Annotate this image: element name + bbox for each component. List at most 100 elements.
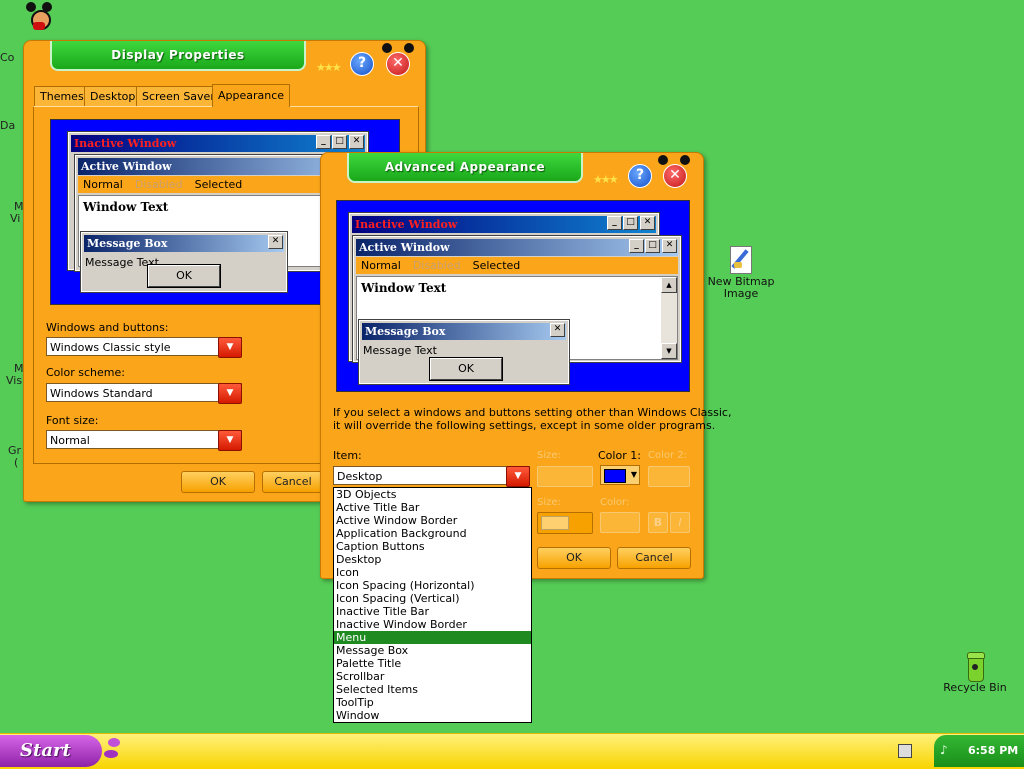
- list-item[interactable]: 3D Objects: [334, 488, 531, 501]
- message-box-title: Message Box: [362, 323, 566, 340]
- font-size-value: Normal: [50, 434, 90, 447]
- help-button[interactable]: ?: [628, 164, 652, 188]
- desktop-icon-label: Recycle Bin: [943, 681, 1007, 694]
- size-spinner: [537, 466, 593, 487]
- minimize-icon: _: [629, 239, 644, 253]
- start-decoration-icon: [104, 738, 120, 758]
- font-size-combo: [537, 512, 593, 534]
- list-item[interactable]: ToolTip: [334, 696, 531, 709]
- menu-disabled: Disabled: [412, 259, 461, 272]
- list-item[interactable]: Active Title Bar: [334, 501, 531, 514]
- start-button[interactable]: Start: [0, 735, 102, 767]
- list-item[interactable]: Scrollbar: [334, 670, 531, 683]
- list-item[interactable]: Selected Items: [334, 683, 531, 696]
- help-button[interactable]: ?: [350, 52, 374, 76]
- chevron-down-icon[interactable]: ▼: [218, 337, 242, 358]
- desktop-icon-new-bitmap-image[interactable]: New Bitmap Image: [700, 244, 782, 300]
- list-item[interactable]: Icon Spacing (Vertical): [334, 592, 531, 605]
- recycle-bin-icon: [964, 652, 986, 682]
- tab-appearance[interactable]: Appearance: [212, 84, 291, 107]
- close-ear-icon: [658, 155, 668, 165]
- tab-themes[interactable]: Themes: [34, 86, 90, 106]
- advanced-preview: Inactive Window _ □ ✕ Active Window _ □ …: [336, 200, 690, 392]
- list-item[interactable]: Menu: [334, 631, 531, 644]
- close-ear-icon: [404, 43, 414, 53]
- font-size-select[interactable]: Normal ▼: [46, 430, 242, 451]
- font-size-label: Font size:: [46, 414, 99, 427]
- list-item[interactable]: Active Window Border: [334, 514, 531, 527]
- font-color-picker: [600, 512, 640, 533]
- preview-window-text: Window Text: [361, 281, 447, 295]
- dp-cancel-button[interactable]: Cancel: [262, 471, 324, 493]
- chevron-down-icon[interactable]: ▼: [506, 466, 530, 487]
- color-scheme-select[interactable]: Windows Standard ▼: [46, 383, 242, 404]
- preview-message-box: Message Box ✕ Message Text OK: [358, 319, 570, 385]
- volume-tray-icon[interactable]: ♪: [940, 743, 948, 757]
- stars-decoration: ★★★: [316, 61, 342, 74]
- maximize-icon: □: [623, 216, 638, 230]
- desktop-icon-label: Image: [723, 287, 759, 300]
- menu-disabled: Disabled: [134, 178, 183, 191]
- color2-picker: [648, 466, 690, 487]
- item-value: Desktop: [337, 470, 383, 483]
- bold-button: B: [648, 512, 668, 533]
- color-scheme-label: Color scheme:: [46, 366, 125, 379]
- info-text-line1: If you select a windows and buttons sett…: [333, 406, 732, 419]
- scroll-down-icon: ▼: [661, 343, 677, 359]
- aa-ok-button[interactable]: OK: [537, 547, 611, 569]
- minimize-icon: _: [607, 216, 622, 230]
- close-icon: ✕: [640, 216, 655, 230]
- item-label: Item:: [333, 449, 362, 462]
- close-button[interactable]: ✕: [663, 164, 687, 188]
- list-item[interactable]: Window: [334, 709, 531, 722]
- close-ear-icon: [382, 43, 392, 53]
- menu-selected: Selected: [472, 259, 521, 272]
- preview-ok-button: OK: [147, 264, 221, 288]
- chevron-down-icon[interactable]: ▼: [218, 383, 242, 404]
- italic-button: I: [670, 512, 690, 533]
- clock[interactable]: 6:58 PM: [968, 744, 1018, 757]
- partial-icon-label: Da: [0, 119, 16, 132]
- bitmap-image-icon: [728, 244, 754, 276]
- scroll-up-icon: ▲: [661, 277, 677, 293]
- partial-icon-label: (: [14, 456, 19, 469]
- message-box-title: Message Box: [84, 235, 284, 252]
- preview-menu: Normal Disabled Selected: [356, 257, 678, 274]
- windows-buttons-value: Windows Classic style: [50, 341, 171, 354]
- list-item[interactable]: Inactive Window Border: [334, 618, 531, 631]
- close-icon: ✕: [268, 235, 283, 249]
- close-icon: ✕: [662, 239, 677, 253]
- close-button[interactable]: ✕: [386, 52, 410, 76]
- list-item[interactable]: Message Box: [334, 644, 531, 657]
- list-item[interactable]: Application Background: [334, 527, 531, 540]
- size2-label: Size:: [537, 497, 561, 508]
- tab-desktop[interactable]: Desktop: [84, 86, 142, 106]
- color1-picker[interactable]: ▼: [600, 465, 640, 485]
- chevron-down-icon[interactable]: ▼: [218, 430, 242, 451]
- preview-ok-button: OK: [429, 357, 503, 381]
- list-item[interactable]: Icon: [334, 566, 531, 579]
- windows-buttons-label: Windows and buttons:: [46, 321, 169, 334]
- stars-decoration: ★★★: [593, 173, 619, 186]
- preview-message-box: Message Box ✕ Message Text OK: [80, 231, 288, 293]
- tab-screen-saver[interactable]: Screen Saver: [136, 86, 221, 106]
- item-select[interactable]: Desktop ▼: [333, 466, 530, 487]
- list-item[interactable]: Caption Buttons: [334, 540, 531, 553]
- windows-buttons-select[interactable]: Windows Classic style ▼: [46, 337, 242, 358]
- desktop-icon-recycle-bin[interactable]: Recycle Bin: [934, 652, 1016, 694]
- network-tray-icon[interactable]: [898, 744, 912, 758]
- aa-cancel-button[interactable]: Cancel: [617, 547, 691, 569]
- color1-swatch: [604, 469, 626, 483]
- list-item[interactable]: Inactive Title Bar: [334, 605, 531, 618]
- dp-ok-button[interactable]: OK: [181, 471, 255, 493]
- item-dropdown-list[interactable]: 3D Objects Active Title Bar Active Window …: [333, 487, 532, 723]
- list-item[interactable]: Desktop: [334, 553, 531, 566]
- color2-label: Color 2:: [648, 450, 688, 461]
- list-item[interactable]: Palette Title: [334, 657, 531, 670]
- mickey-desktop-icon[interactable]: [26, 2, 52, 32]
- list-item[interactable]: Icon Spacing (Horizontal): [334, 579, 531, 592]
- maximize-icon: □: [645, 239, 660, 253]
- close-icon: ✕: [550, 323, 565, 337]
- partial-icon-label: Vi: [10, 212, 21, 225]
- color-label: Color:: [600, 497, 630, 508]
